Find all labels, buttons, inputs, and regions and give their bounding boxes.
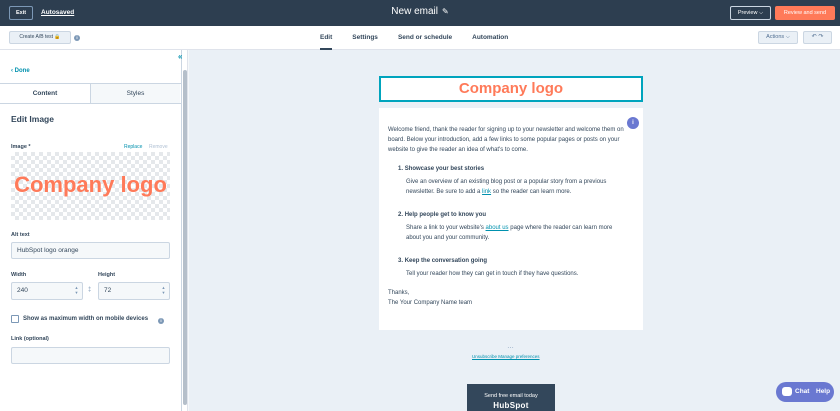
tab-edit[interactable]: Edit bbox=[320, 26, 333, 50]
chat-bubble-icon bbox=[782, 387, 792, 396]
width-stepper[interactable]: ▲ ▼ bbox=[73, 285, 80, 295]
hubspot-badge[interactable]: Send free email today HubSpot bbox=[467, 384, 555, 411]
replace-link[interactable]: Replace bbox=[124, 144, 142, 150]
pencil-icon[interactable]: ✎ bbox=[442, 7, 449, 16]
tab-send-or-schedule[interactable]: Send or schedule bbox=[398, 26, 452, 50]
chat-help-button[interactable]: Chat Help bbox=[776, 382, 834, 402]
footer-links[interactable]: Unsubscribe Manage preferences bbox=[472, 354, 540, 359]
list-item-1-body: Give an overview of an existing blog pos… bbox=[406, 179, 607, 195]
list-item-3-title: 3. Keep the conversation going bbox=[398, 258, 488, 264]
about-us-link[interactable]: about us bbox=[486, 225, 509, 231]
email-team: The Your Company Name team bbox=[388, 300, 473, 306]
email-signoff: Thanks, bbox=[388, 290, 410, 296]
email-title-text[interactable]: New email bbox=[391, 6, 438, 17]
max-width-checkbox[interactable] bbox=[11, 315, 19, 323]
chat-label: Chat bbox=[795, 388, 810, 395]
editor-toolbar: Create A/B test 🔒 i Edit Settings Send o… bbox=[0, 26, 840, 50]
tab-content[interactable]: Content bbox=[0, 84, 90, 103]
width-label: Width bbox=[11, 272, 27, 278]
badge-text: Send free email today bbox=[484, 393, 538, 399]
footer-dots: … bbox=[507, 343, 514, 350]
sidebar-heading: Edit Image bbox=[11, 114, 54, 124]
tab-automation[interactable]: Automation bbox=[472, 26, 508, 50]
width-input[interactable]: 240 ▲ ▼ bbox=[11, 282, 83, 300]
sidebar-tabs: Content Styles bbox=[0, 83, 181, 104]
hubspot-logo: HubSpot bbox=[493, 401, 529, 410]
tab-settings[interactable]: Settings bbox=[352, 26, 378, 50]
height-stepper[interactable]: ▲ ▼ bbox=[160, 285, 167, 295]
height-label: Height bbox=[98, 272, 116, 278]
list-item-3-body: Tell your reader how they can get in tou… bbox=[406, 271, 579, 277]
preview-logo-text: Company logo bbox=[14, 172, 167, 197]
height-input[interactable]: 72 ▲ ▼ bbox=[98, 282, 170, 300]
help-label: Help bbox=[816, 388, 831, 395]
review-and-send-button[interactable]: Review and send bbox=[775, 6, 835, 20]
create-ab-test-button[interactable]: Create A/B test 🔒 bbox=[9, 31, 71, 44]
lock-ratio-icon[interactable]: ‡ bbox=[88, 287, 91, 293]
info-icon[interactable]: i bbox=[158, 318, 164, 324]
email-title: New email ✎ bbox=[0, 6, 840, 17]
tab-styles[interactable]: Styles bbox=[90, 84, 180, 103]
image-label: Image * bbox=[11, 144, 31, 150]
alt-text-label: Alt text bbox=[11, 232, 30, 238]
link-link[interactable]: link bbox=[482, 189, 491, 195]
list-item-1-title: 1. Showcase your best stories bbox=[398, 166, 485, 172]
preview-button[interactable]: Preview ⌵ bbox=[730, 6, 771, 20]
actions-dropdown[interactable]: Actions ⌵ bbox=[758, 31, 798, 44]
width-value: 240 bbox=[17, 287, 28, 294]
top-bar: Exit Autosaved New email ✎ Preview ⌵ Revi… bbox=[0, 0, 840, 26]
image-preview[interactable]: Company logo bbox=[11, 152, 170, 220]
selected-logo-module[interactable]: Company logo bbox=[379, 76, 643, 102]
sidebar-scrollbar-thumb[interactable] bbox=[183, 70, 187, 405]
editor-tabs: Edit Settings Send or schedule Automatio… bbox=[320, 26, 528, 50]
remove-link[interactable]: Remove bbox=[149, 144, 168, 150]
undo-redo-buttons[interactable]: ↶ ↷ bbox=[803, 31, 832, 44]
list-item-2-body: Share a link to your website's about us … bbox=[406, 225, 613, 241]
email-intro: Welcome friend, thank the reader for sig… bbox=[388, 127, 624, 153]
list-item-2-title: 2. Help people get to know you bbox=[398, 212, 487, 218]
link-input[interactable] bbox=[11, 347, 170, 364]
link-label: Link (optional) bbox=[11, 336, 49, 342]
height-value: 72 bbox=[104, 287, 112, 294]
info-icon[interactable]: i bbox=[74, 35, 80, 41]
alt-text-input[interactable]: HubSpot logo orange bbox=[11, 242, 170, 259]
done-link[interactable]: ‹ Done bbox=[11, 68, 30, 74]
max-width-label: Show as maximum width on mobile devices bbox=[23, 316, 149, 322]
edit-sidebar: ‹ Done Content Styles Edit Image Image *… bbox=[0, 50, 182, 411]
